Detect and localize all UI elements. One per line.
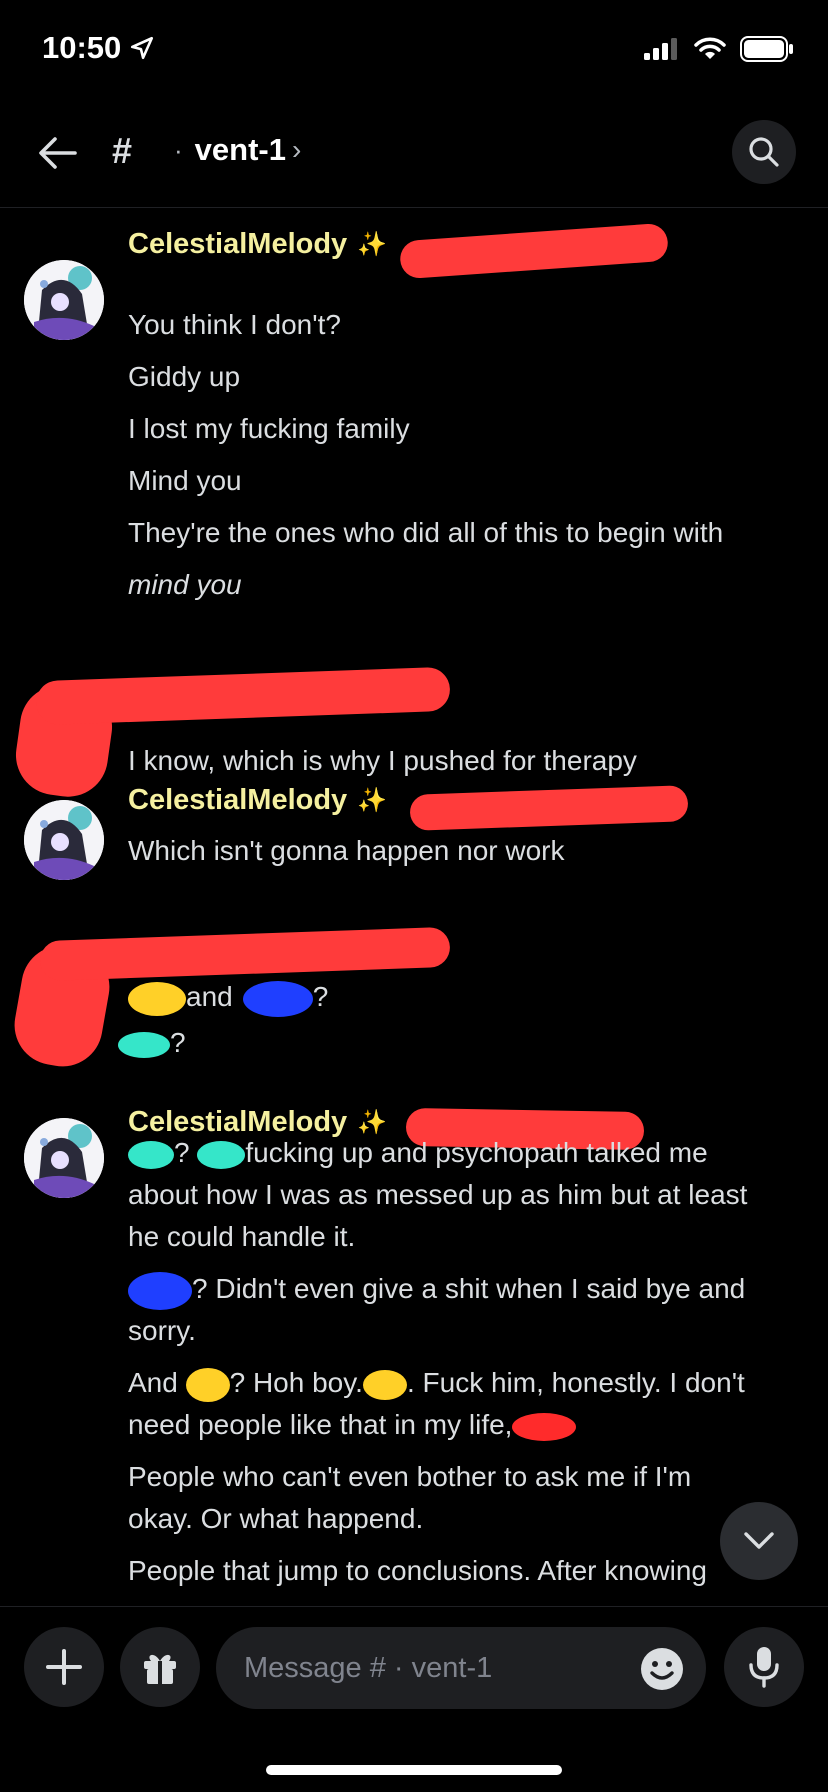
message-text: and? [128, 976, 808, 1018]
cyan-redaction-blob [118, 1031, 170, 1058]
yellow-redaction-blob [185, 1367, 230, 1402]
microphone-icon [749, 1647, 779, 1688]
chevron-right-icon: › [291, 134, 302, 165]
text-fragment: ? [170, 1027, 186, 1058]
channel-hash-icon: # [112, 130, 133, 171]
back-button[interactable] [32, 128, 82, 178]
message-text: People who can't even bother to ask me i… [128, 1461, 692, 1492]
gift-button[interactable] [120, 1627, 200, 1707]
username[interactable]: CelestialMelody ✨ [128, 228, 387, 261]
message-text: People that jump to conclusions. After k… [128, 1555, 708, 1586]
status-time-text: 10:50 [42, 30, 122, 65]
search-icon [749, 137, 779, 167]
message-text: okay. Or what happend. [128, 1503, 424, 1534]
battery-icon [740, 36, 793, 62]
message-text: I lost my fucking family [128, 413, 410, 444]
yellow-redaction-blob [362, 1369, 407, 1400]
channel-header: # · vent-1 › [0, 108, 828, 208]
redaction-mark [409, 785, 689, 831]
message-text: You think I don't? [128, 309, 341, 340]
status-time: 10:50 [42, 30, 155, 66]
smiley-face-icon [641, 1648, 683, 1690]
message-text: Which isn't gonna happen nor work [128, 835, 565, 866]
message-composer [0, 1606, 828, 1726]
message-text: ? fucking up and psychopath talked me [128, 1132, 808, 1174]
text-fragment: ? [312, 981, 329, 1012]
chevron-down-icon [744, 1532, 774, 1549]
message-text: I know, which is why I pushed for therap… [128, 745, 637, 776]
sparkle-badge-icon: ✨ [357, 231, 388, 258]
yellow-redaction-blob [128, 981, 186, 1016]
text-fragment: ? Hoh boy. [229, 1367, 363, 1398]
message-list[interactable]: CelestialMelody ✨ You think I don't? Gid… [0, 210, 828, 1605]
channel-dot: · [174, 134, 183, 165]
cellular-signal-icon [644, 38, 677, 60]
cyan-redaction-blob [128, 1140, 174, 1169]
redaction-mark [39, 926, 451, 982]
username-text: CelestialMelody [128, 784, 348, 816]
message-text: ? [118, 1022, 798, 1064]
location-arrow-icon [131, 36, 154, 60]
red-redaction-blob [512, 1412, 577, 1441]
message-text: mind you [128, 569, 242, 600]
avatar-image [24, 1118, 104, 1198]
message-input[interactable] [216, 1627, 706, 1709]
cyan-redaction-blob [197, 1140, 246, 1169]
emoji-button[interactable] [640, 1647, 684, 1691]
blue-redaction-blob [242, 980, 313, 1017]
text-fragment: need people like that in my life, [128, 1409, 513, 1440]
username-text: CelestialMelody [128, 228, 348, 260]
home-indicator[interactable] [266, 1765, 562, 1775]
avatar-image [24, 260, 104, 340]
redaction-mark [35, 666, 451, 726]
text-fragment: ? Didn't even give a shit when I said by… [192, 1273, 746, 1304]
attach-button[interactable] [24, 1627, 104, 1707]
text-fragment: ? [174, 1137, 190, 1168]
channel-title[interactable]: · vent-1 › [174, 132, 301, 168]
message-text: about how I was as messed up as him but … [128, 1179, 748, 1210]
message-text: And ? Hoh boy. . Fuck him, honestly. I do… [128, 1362, 808, 1404]
redaction-mark [399, 222, 669, 280]
plus-icon [46, 1649, 82, 1685]
arrow-left-icon [39, 137, 77, 169]
message-text: need people like that in my life, [128, 1404, 808, 1446]
status-indicators [644, 36, 794, 62]
message-text: he could handle it. [128, 1221, 356, 1252]
jump-to-present-button[interactable] [720, 1502, 798, 1580]
search-button[interactable] [732, 120, 796, 184]
message-text: They're the ones who did all of this to … [128, 517, 724, 548]
username[interactable]: CelestialMelody ✨ [128, 784, 387, 817]
blue-redaction-blob [128, 1271, 192, 1310]
gift-icon [144, 1654, 176, 1684]
text-fragment: and [186, 981, 233, 1012]
message-text: ? Didn't even give a shit when I said by… [128, 1268, 808, 1310]
text-fragment: fucking up and psychopath talked me [245, 1137, 708, 1168]
voice-message-button[interactable] [724, 1627, 804, 1707]
message-text: Mind you [128, 465, 242, 496]
wifi-icon [694, 37, 726, 59]
avatar[interactable] [24, 260, 104, 340]
channel-name: vent-1 [194, 132, 286, 167]
text-fragment: And [128, 1367, 178, 1398]
text-fragment: . Fuck him, honestly. I don't [406, 1367, 745, 1398]
message-text: sorry. [128, 1315, 196, 1346]
avatar[interactable] [24, 800, 104, 880]
avatar[interactable] [24, 1118, 104, 1198]
message-text: Giddy up [128, 361, 241, 392]
sparkle-badge-icon: ✨ [357, 787, 388, 814]
avatar-image [24, 800, 104, 880]
status-bar: 10:50 [0, 0, 828, 100]
